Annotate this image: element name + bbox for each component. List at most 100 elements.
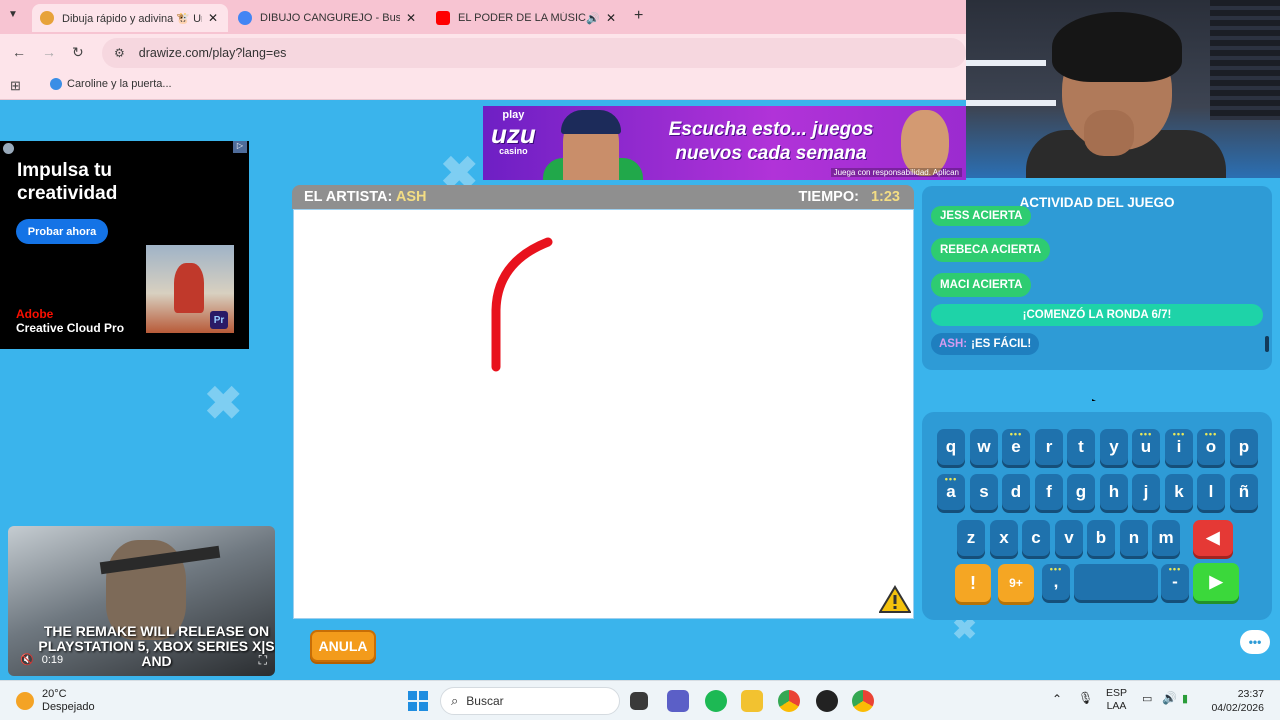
- key-y[interactable]: y: [1100, 429, 1128, 465]
- key-s[interactable]: s: [970, 474, 998, 510]
- webcam-overlay: [966, 0, 1280, 178]
- key-g[interactable]: g: [1067, 474, 1095, 510]
- key-w[interactable]: w: [970, 429, 998, 465]
- microphone-icon[interactable]: 🎙: [1078, 692, 1093, 705]
- undo-button[interactable]: ANULA: [310, 630, 376, 662]
- reload-icon[interactable]: ↻: [72, 44, 84, 61]
- space-key[interactable]: [1074, 564, 1158, 600]
- url-field[interactable]: ⚙ drawize.com/play?lang=es: [102, 38, 966, 68]
- ad-image: Pr: [146, 245, 234, 333]
- ad-choices-icon[interactable]: ▷: [233, 141, 247, 153]
- ad-brand: Adobe Creative Cloud Pro: [16, 307, 125, 335]
- network-icon[interactable]: ▭: [1142, 693, 1152, 706]
- hint-button[interactable]: !: [955, 564, 991, 602]
- mute-icon[interactable]: 🔇: [20, 653, 34, 666]
- tab-list-chevron-icon[interactable]: ▼: [8, 9, 18, 20]
- volume-icon[interactable]: 🔊: [1162, 692, 1177, 705]
- artist-info: EL ARTISTA: ASH: [304, 189, 427, 205]
- system-clock[interactable]: 23:37 04/02/2026: [1206, 687, 1264, 715]
- battery-icon[interactable]: ▮: [1182, 693, 1188, 706]
- key-f[interactable]: f: [1035, 474, 1063, 510]
- key-p[interactable]: p: [1230, 429, 1258, 465]
- key-q[interactable]: q: [937, 429, 965, 465]
- site-info-icon[interactable]: ⚙: [114, 46, 125, 60]
- key-u[interactable]: ••• u: [1132, 429, 1160, 465]
- key-b[interactable]: b: [1087, 520, 1115, 556]
- key-r[interactable]: r: [1035, 429, 1063, 465]
- chrome-icon[interactable]: [778, 690, 800, 712]
- tray-chevron-icon[interactable]: ⌃: [1052, 693, 1062, 706]
- weather-widget[interactable]: 20°C Despejado: [16, 688, 95, 714]
- key-d[interactable]: d: [1002, 474, 1030, 510]
- report-warning-icon[interactable]: [879, 585, 911, 613]
- key-x[interactable]: x: [990, 520, 1018, 556]
- new-tab-icon[interactable]: +: [634, 7, 643, 25]
- left-ad-banner[interactable]: ▷ Impulsa tu creatividad Probar ahora Pr…: [0, 141, 249, 349]
- close-tab-icon[interactable]: ✕: [606, 11, 616, 25]
- ad-headline: Escucha esto... juegos nuevos cada seman…: [668, 119, 874, 164]
- teams-icon[interactable]: [667, 690, 689, 712]
- key-z[interactable]: z: [957, 520, 985, 556]
- url-text: drawize.com/play?lang=es: [138, 46, 287, 60]
- key-n[interactable]: n: [1120, 520, 1148, 556]
- submit-key[interactable]: ▶: [1193, 563, 1239, 601]
- video-player[interactable]: THE REMAKE WILL RELEASE ON PLAYSTATION 5…: [8, 526, 275, 676]
- back-icon[interactable]: ←: [12, 44, 26, 60]
- key-dash[interactable]: ••• -: [1161, 564, 1189, 600]
- language-indicator[interactable]: ESP LAA: [1106, 687, 1127, 713]
- ad-person-face-right: [901, 110, 949, 176]
- task-view-icon[interactable]: [630, 692, 648, 710]
- activity-scrollbar[interactable]: [1265, 336, 1269, 352]
- close-tab-icon[interactable]: ✕: [406, 11, 416, 25]
- key-comma[interactable]: •••,: [1042, 564, 1070, 600]
- google-favicon-icon: [238, 11, 252, 25]
- start-button-icon[interactable]: [408, 691, 428, 711]
- key-o[interactable]: ••• o: [1197, 429, 1225, 465]
- bookmark-item[interactable]: Caroline y la puerta...: [50, 78, 172, 90]
- key-v[interactable]: v: [1055, 520, 1083, 556]
- tab-drawize[interactable]: Dibuja rápido y adivina 🐮 Un ✕: [32, 4, 228, 32]
- spotify-icon[interactable]: [705, 690, 727, 712]
- artist-name: ASH: [395, 189, 427, 205]
- key-a[interactable]: ••• a: [937, 474, 965, 510]
- taskbar-search[interactable]: ⌕ Buscar: [440, 687, 620, 715]
- key-c[interactable]: c: [1022, 520, 1050, 556]
- key-t[interactable]: t: [1067, 429, 1095, 465]
- streamer-hand: [1084, 110, 1134, 156]
- ad-cta-button[interactable]: Probar ahora: [16, 219, 108, 244]
- hint-count-button[interactable]: 9+: [998, 564, 1034, 602]
- key-e[interactable]: ••• e: [1002, 429, 1030, 465]
- window-blind: [1210, 0, 1280, 120]
- chat-bubble-icon[interactable]: •••: [1240, 630, 1270, 654]
- key-j[interactable]: j: [1132, 474, 1160, 510]
- activity-message: MACI ACIERTA: [931, 273, 1032, 297]
- key-l[interactable]: l: [1197, 474, 1225, 510]
- apps-grid-icon[interactable]: ⊞: [10, 78, 21, 94]
- key-k[interactable]: k: [1165, 474, 1193, 510]
- drawing-canvas[interactable]: [293, 209, 914, 619]
- top-ad-banner[interactable]: play uzu casino Escucha esto... juegos n…: [483, 106, 966, 180]
- bookmark-favicon-icon: [50, 78, 62, 90]
- drawing-stroke-layer: [491, 237, 553, 372]
- file-explorer-icon[interactable]: [741, 690, 763, 712]
- forward-icon[interactable]: →: [42, 44, 56, 60]
- key-i[interactable]: ••• i: [1165, 429, 1193, 465]
- youtube-favicon-icon: [436, 11, 450, 25]
- chat-message: ASH: ¡ES FÁCIL!: [931, 333, 1040, 355]
- key-m[interactable]: m: [1152, 520, 1180, 556]
- speaker-icon[interactable]: 🔊: [586, 12, 600, 25]
- fullscreen-icon[interactable]: ⛶: [259, 653, 267, 668]
- lightbulb-icon: !: [970, 572, 976, 593]
- chrome-active-icon[interactable]: [852, 690, 874, 712]
- tab-google-search[interactable]: DIBUJO CANGUREJO - Buscar c ✕: [230, 4, 426, 32]
- key-n-tilde[interactable]: ñ: [1230, 474, 1258, 510]
- backspace-key[interactable]: ◀: [1193, 520, 1233, 556]
- ad-rider: [174, 263, 204, 313]
- video-controls: 🔇 0:19: [20, 653, 63, 667]
- obs-icon[interactable]: [816, 690, 838, 712]
- key-h[interactable]: h: [1100, 474, 1128, 510]
- tab-youtube[interactable]: EL PODER DE LA MÚSICA E 🔊 ✕: [428, 4, 624, 32]
- timer: TIEMPO: 1:23: [798, 189, 900, 205]
- close-tab-icon[interactable]: ✕: [208, 11, 218, 25]
- ad-info-icon[interactable]: [3, 143, 14, 154]
